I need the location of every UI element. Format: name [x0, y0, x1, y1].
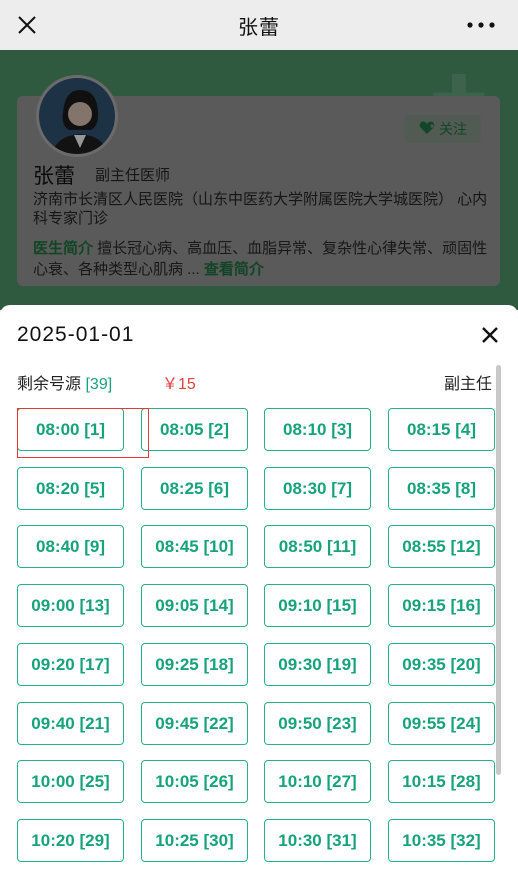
- scrollbar[interactable]: [496, 365, 501, 775]
- time-slot-button[interactable]: 10:20 [29]: [17, 819, 124, 862]
- time-slot-button[interactable]: 08:55 [12]: [388, 525, 495, 568]
- time-slot-button[interactable]: 09:45 [22]: [141, 702, 248, 745]
- time-slot-button[interactable]: 08:40 [9]: [17, 525, 124, 568]
- time-slot-button[interactable]: 09:35 [20]: [388, 643, 495, 686]
- time-slot-button[interactable]: 09:15 [16]: [388, 584, 495, 627]
- time-slot-button[interactable]: 09:40 [21]: [17, 702, 124, 745]
- time-slot-button[interactable]: 08:20 [5]: [17, 467, 124, 510]
- close-icon[interactable]: [14, 12, 40, 38]
- time-slot-button[interactable]: 09:05 [14]: [141, 584, 248, 627]
- time-slot-button[interactable]: 09:55 [24]: [388, 702, 495, 745]
- time-slot-button[interactable]: 10:10 [27]: [264, 760, 371, 803]
- time-slot-button[interactable]: 08:35 [8]: [388, 467, 495, 510]
- remaining-label: 剩余号源: [17, 376, 82, 393]
- time-slot-button[interactable]: 08:05 [2]: [141, 408, 248, 451]
- time-slot-button[interactable]: 08:50 [11]: [264, 525, 371, 568]
- time-slot-button[interactable]: 09:00 [13]: [17, 584, 124, 627]
- time-slot-button[interactable]: 09:10 [15]: [264, 584, 371, 627]
- time-slot-button[interactable]: 10:35 [32]: [388, 819, 495, 862]
- sheet-date: 2025-01-01: [17, 323, 135, 346]
- doctor-level: 副主任: [444, 376, 493, 393]
- time-slot-button[interactable]: 10:15 [28]: [388, 760, 495, 803]
- time-slot-button[interactable]: 08:30 [7]: [264, 467, 371, 510]
- time-slot-button[interactable]: 09:50 [23]: [264, 702, 371, 745]
- time-slot-button[interactable]: 08:15 [4]: [388, 408, 495, 451]
- time-slot-button[interactable]: 08:45 [10]: [141, 525, 248, 568]
- modal-overlay[interactable]: [0, 50, 518, 310]
- price: ￥15: [162, 376, 196, 393]
- remaining-count: [39]: [85, 376, 113, 393]
- time-slot-button[interactable]: 09:25 [18]: [141, 643, 248, 686]
- time-slot-button[interactable]: 10:05 [26]: [141, 760, 248, 803]
- time-slot-button[interactable]: 09:20 [17]: [17, 643, 124, 686]
- time-slot-button[interactable]: 08:10 [3]: [264, 408, 371, 451]
- page-title: 张蕾: [238, 16, 280, 39]
- close-icon[interactable]: [478, 323, 502, 347]
- selected-slot-highlight: [17, 408, 149, 458]
- appointment-sheet: 2025-01-01 剩余号源 [39] ￥15 副主任 08:00 [1] 08…: [0, 305, 518, 890]
- time-slot-button[interactable]: 10:25 [30]: [141, 819, 248, 862]
- time-slot-button[interactable]: 08:25 [6]: [141, 467, 248, 510]
- remaining-slots: 剩余号源 [39]: [17, 370, 112, 394]
- time-slot-button[interactable]: 10:30 [31]: [264, 819, 371, 862]
- top-nav-bar: 张蕾: [0, 0, 518, 50]
- time-slot-button[interactable]: 10:00 [25]: [17, 760, 124, 803]
- time-slot-button[interactable]: 09:30 [19]: [264, 643, 371, 686]
- more-dots-icon[interactable]: [466, 14, 496, 36]
